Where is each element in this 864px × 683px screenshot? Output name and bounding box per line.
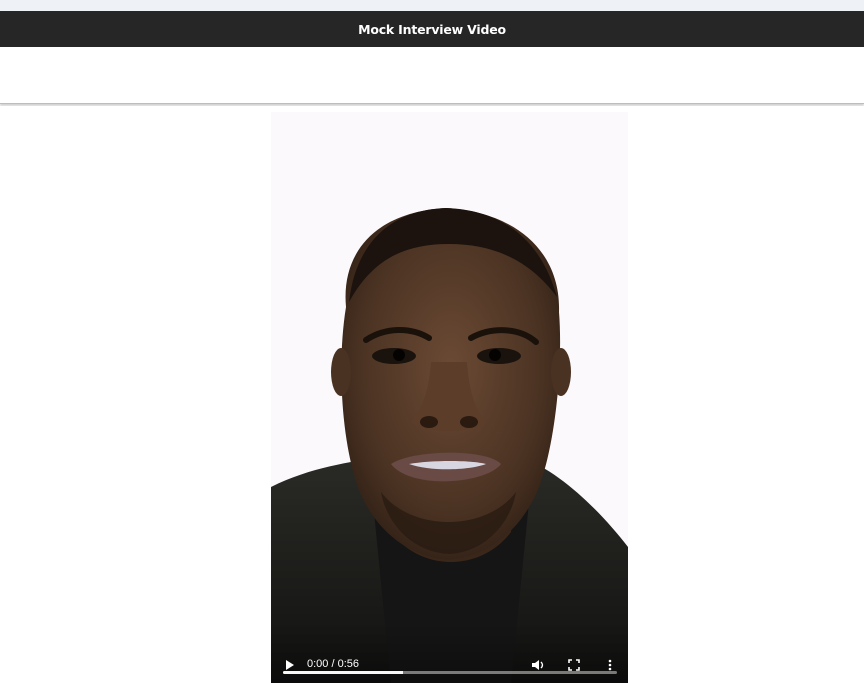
top-strip bbox=[0, 0, 864, 11]
video-player[interactable]: 0:00 / 0:56 bbox=[271, 112, 628, 683]
page-title: Mock Interview Video bbox=[358, 21, 506, 37]
duration: 0:56 bbox=[337, 658, 360, 670]
current-time: 0:00 bbox=[307, 658, 329, 670]
volume-icon bbox=[532, 660, 544, 670]
video-frame bbox=[271, 112, 628, 683]
title-bar: Mock Interview Video bbox=[0, 11, 864, 47]
header-panel bbox=[0, 47, 864, 104]
video-controls: 0:00 / 0:56 bbox=[271, 623, 628, 683]
play-icon bbox=[286, 660, 294, 670]
fullscreen-icon bbox=[568, 659, 580, 671]
more-options-icon bbox=[608, 659, 612, 671]
progress-fill bbox=[283, 671, 404, 674]
time-display: 0:00 / 0:56 bbox=[307, 658, 359, 670]
time-separator: / bbox=[328, 658, 338, 670]
progress-bar[interactable] bbox=[283, 671, 617, 674]
